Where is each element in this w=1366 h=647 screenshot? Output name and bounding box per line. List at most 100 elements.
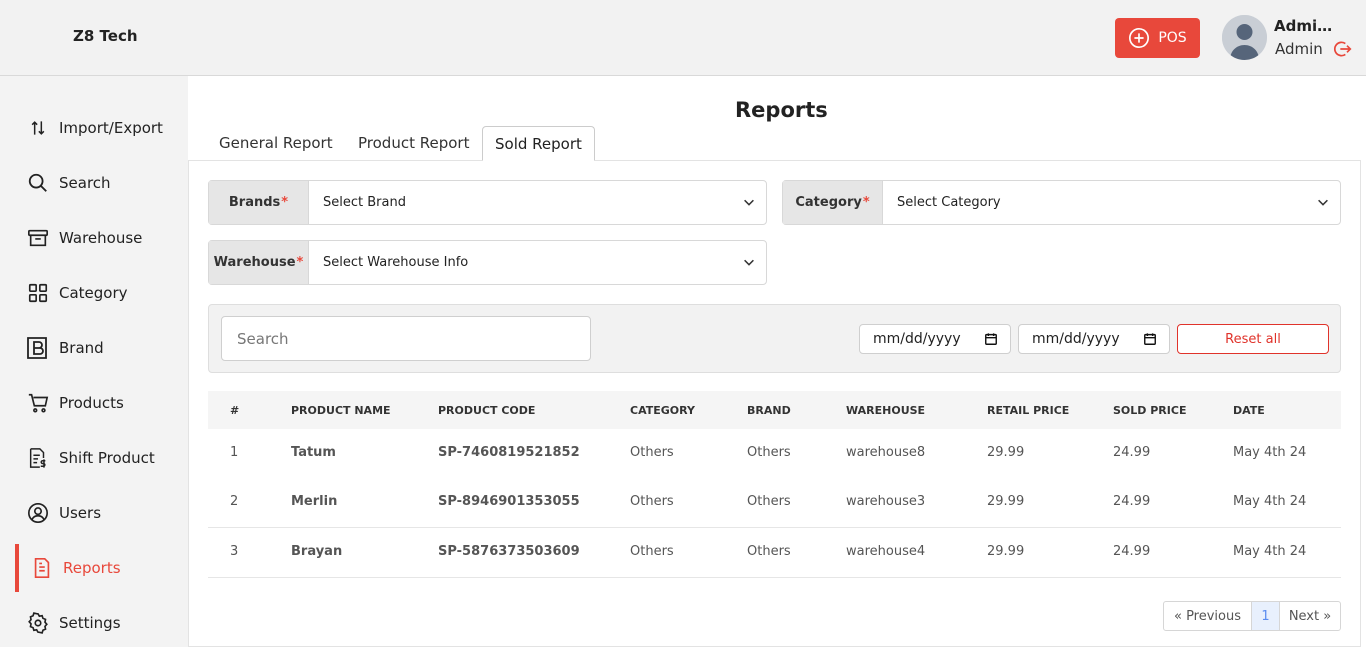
user-name: Admin... [1274, 17, 1336, 35]
category-select-value: Select Category [897, 195, 1001, 210]
cell-category: Others [630, 494, 674, 509]
brands-select-value: Select Brand [323, 195, 406, 210]
user-avatar-icon [1222, 15, 1267, 60]
sidebar-item-settings[interactable]: Settings [0, 603, 188, 643]
column-header: WAREHOUSE [846, 404, 926, 417]
report-icon [30, 556, 54, 580]
tab-general-report[interactable]: General Report [219, 126, 333, 161]
cell-brand: Others [747, 494, 791, 509]
warehouse-select[interactable]: Select Warehouse Info [309, 241, 766, 284]
previous-page-button[interactable]: « Previous [1164, 602, 1252, 630]
cell-product-name: Merlin [291, 494, 338, 509]
table-row[interactable]: 1 Tatum SP-7460819521852 Others Others w… [208, 429, 1341, 479]
sidebar-item-shift-product[interactable]: Shift Product [0, 438, 188, 478]
cell-index: 3 [230, 544, 239, 559]
sidebar-item-brand[interactable]: Brand [0, 328, 188, 368]
column-header: BRAND [747, 404, 791, 417]
sidebar-item-label: Import/Export [59, 119, 163, 137]
column-header: PRODUCT NAME [291, 404, 391, 417]
cell-warehouse: warehouse8 [846, 445, 926, 460]
tab-sold-report[interactable]: Sold Report [482, 126, 595, 161]
required-mark: * [281, 195, 289, 210]
sidebar-item-label: Warehouse [59, 229, 143, 247]
cell-warehouse: warehouse4 [846, 544, 926, 559]
search-input[interactable] [221, 316, 591, 361]
user-role: Admin [1275, 40, 1323, 58]
top-header: Z8 Tech POS Admin... Admin [0, 0, 1366, 76]
date-from-input[interactable]: mm/dd/yyyy [859, 324, 1011, 354]
reset-all-button[interactable]: Reset all [1177, 324, 1329, 354]
app-brand-name[interactable]: Z8 Tech [73, 27, 138, 45]
cell-category: Others [630, 544, 674, 559]
cell-product-code: SP-5876373503609 [438, 544, 580, 559]
required-mark: * [296, 255, 304, 270]
category-label: Category * [783, 181, 883, 224]
warehouse-select-group: Warehouse * Select Warehouse Info [208, 240, 767, 285]
cell-sold-price: 24.99 [1113, 445, 1151, 460]
sidebar-item-search[interactable]: Search [0, 163, 188, 203]
plus-circle-icon [1129, 28, 1150, 48]
warehouse-select-value: Select Warehouse Info [323, 255, 469, 270]
date-from-value: mm/dd/yyyy [873, 331, 961, 347]
cell-date: May 4th 24 [1233, 544, 1307, 559]
table-row[interactable]: 2 Merlin SP-8946901353055 Others Others … [208, 478, 1341, 528]
sidebar-item-warehouse[interactable]: Warehouse [0, 218, 188, 258]
sidebar-item-label: Reports [63, 559, 121, 577]
sidebar-item-label: Settings [59, 614, 121, 632]
sidebar: Import/Export Search Warehouse Category … [0, 76, 188, 647]
cell-date: May 4th 24 [1233, 494, 1307, 509]
chevron-down-icon [744, 259, 754, 266]
calendar-icon[interactable] [984, 332, 998, 346]
shift-product-icon [26, 446, 50, 470]
sidebar-item-category[interactable]: Category [0, 273, 188, 313]
sidebar-item-reports[interactable]: Reports [0, 544, 188, 592]
calendar-icon[interactable] [1143, 332, 1157, 346]
avatar[interactable] [1222, 15, 1267, 60]
pagination: « Previous 1 Next » [1163, 601, 1341, 631]
brand-icon [26, 336, 50, 360]
table-header: # PRODUCT NAME PRODUCT CODE CATEGORY BRA… [208, 391, 1341, 430]
brands-label: Brands * [209, 181, 309, 224]
category-select[interactable]: Select Category [883, 181, 1340, 224]
sidebar-item-label: Category [59, 284, 128, 302]
import-export-icon [26, 116, 50, 140]
category-label-text: Category [795, 195, 862, 210]
date-to-value: mm/dd/yyyy [1032, 331, 1120, 347]
chevron-down-icon [744, 199, 754, 206]
chevron-down-icon [1318, 199, 1328, 206]
filter-bar: mm/dd/yyyy mm/dd/yyyy Reset all [208, 304, 1341, 373]
page-title: Reports [735, 98, 828, 122]
search-icon [26, 171, 50, 195]
logout-icon[interactable] [1332, 39, 1352, 59]
cell-sold-price: 24.99 [1113, 494, 1151, 509]
cell-product-code: SP-8946901353055 [438, 494, 580, 509]
cell-product-name: Tatum [291, 445, 336, 460]
category-grid-icon [26, 281, 50, 305]
required-mark: * [862, 195, 870, 210]
sidebar-item-import-export[interactable]: Import/Export [0, 108, 188, 148]
column-header: RETAIL PRICE [987, 404, 1070, 417]
brands-select[interactable]: Select Brand [309, 181, 766, 224]
column-header: # [230, 404, 240, 417]
tab-product-report[interactable]: Product Report [358, 126, 469, 161]
cart-icon [26, 391, 50, 415]
page-number-button[interactable]: 1 [1252, 602, 1280, 630]
pos-button[interactable]: POS [1115, 18, 1200, 58]
warehouse-label: Warehouse * [209, 241, 309, 284]
column-header: CATEGORY [630, 404, 695, 417]
sidebar-item-users[interactable]: Users [0, 493, 188, 533]
cell-product-code: SP-7460819521852 [438, 445, 580, 460]
cell-date: May 4th 24 [1233, 445, 1307, 460]
cell-retail-price: 29.99 [987, 445, 1025, 460]
sidebar-item-products[interactable]: Products [0, 383, 188, 423]
pos-button-label: POS [1158, 30, 1187, 46]
column-header: PRODUCT CODE [438, 404, 536, 417]
sidebar-item-label: Search [59, 174, 111, 192]
table-row[interactable]: 3 Brayan SP-5876373503609 Others Others … [208, 528, 1341, 578]
cell-brand: Others [747, 445, 791, 460]
date-to-input[interactable]: mm/dd/yyyy [1018, 324, 1170, 354]
cell-index: 2 [230, 494, 239, 509]
next-page-button[interactable]: Next » [1280, 602, 1340, 630]
sidebar-item-label: Shift Product [59, 449, 155, 467]
cell-warehouse: warehouse3 [846, 494, 926, 509]
